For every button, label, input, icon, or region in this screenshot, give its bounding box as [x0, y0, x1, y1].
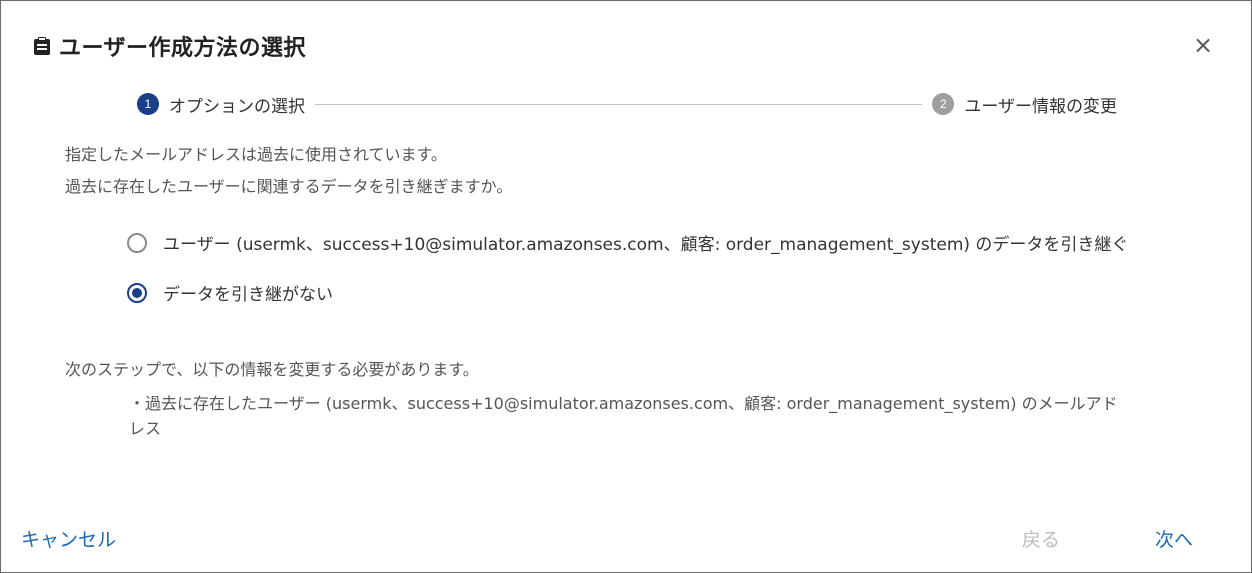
message-line-2: 過去に存在したユーザーに関連するデータを引き継ぎますか。: [65, 177, 513, 196]
option-no-inherit-label[interactable]: データを引き継がない: [163, 280, 333, 305]
step-2: 2 ユーザー情報の変更: [932, 92, 1117, 117]
next-button[interactable]: 次へ: [1155, 525, 1193, 552]
dialog-header: ユーザー作成方法の選択: [33, 29, 306, 63]
clipboard-icon: [33, 36, 51, 56]
option-inherit-label[interactable]: ユーザー (usermk、success+10@simulator.amazon…: [163, 230, 1128, 255]
next-step-intro: 次のステップで、以下の情報を変更する必要があります。: [65, 360, 479, 379]
next-step-bullet: ・過去に存在したユーザー (usermk、success+10@simulato…: [129, 394, 1118, 438]
step-1-number: 1: [137, 93, 159, 115]
option-no-inherit-radio[interactable]: [127, 282, 147, 303]
message-line-1: 指定したメールアドレスは過去に使用されています。: [65, 145, 447, 164]
option-inherit-data[interactable]: ユーザー (usermk、success+10@simulator.amazon…: [127, 230, 1128, 255]
stepper-connector: [315, 103, 923, 105]
option-no-inherit[interactable]: データを引き継がない: [127, 280, 333, 305]
option-inherit-radio[interactable]: [127, 232, 147, 253]
step-2-label: ユーザー情報の変更: [964, 96, 1117, 117]
user-creation-method-dialog: ユーザー作成方法の選択 × 1 オプションの選択 2 ユーザー情報の変更 指定し…: [0, 0, 1252, 573]
dialog-title: ユーザー作成方法の選択: [59, 36, 307, 61]
step-2-number: 2: [932, 93, 955, 115]
step-1-label: オプションの選択: [169, 96, 305, 117]
close-icon[interactable]: ×: [1191, 31, 1215, 59]
step-1: 1 オプションの選択: [137, 92, 305, 117]
back-button[interactable]: 戻る: [1022, 525, 1060, 552]
stepper: 1 オプションの選択 2 ユーザー情報の変更: [137, 91, 1117, 117]
cancel-button[interactable]: キャンセル: [21, 525, 116, 552]
